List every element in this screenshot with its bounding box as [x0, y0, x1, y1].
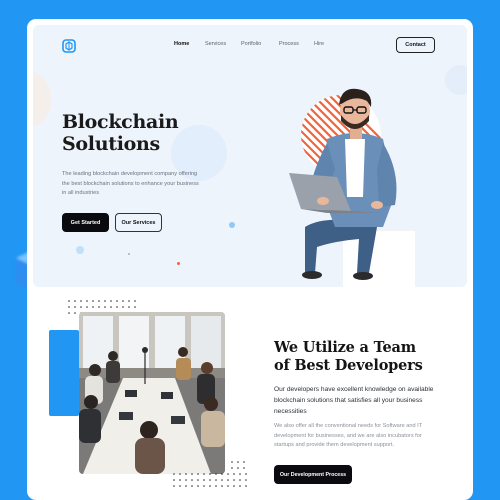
- hero-description: The leading blockchain development compa…: [62, 171, 199, 196]
- development-process-button[interactable]: Our Development Process: [274, 465, 352, 484]
- decor-circle: [229, 222, 235, 228]
- nav-item-portfolio[interactable]: Portfolio: [241, 41, 261, 47]
- landing-page-card: Home Services Portfolio Process Hire Con…: [27, 19, 473, 500]
- section-description-secondary: We also offer all the conventional needs…: [274, 423, 423, 448]
- section-title-line: We Utilize a Team: [274, 339, 416, 356]
- team-meeting-image: [79, 312, 225, 474]
- decor-circle: [128, 253, 130, 255]
- contact-button[interactable]: Contact: [396, 37, 435, 53]
- hero-section: Home Services Portfolio Process Hire Con…: [33, 25, 467, 287]
- blue-accent-block: [49, 330, 79, 416]
- decor-circle: [33, 69, 51, 129]
- section-title-line: of Best Developers: [274, 357, 423, 374]
- section-title: We Utilize a Team of Best Developers: [274, 339, 423, 375]
- get-started-button[interactable]: Get Started: [62, 213, 109, 232]
- nav-item-services[interactable]: Services: [205, 41, 226, 47]
- nav-item-hire[interactable]: Hire: [314, 41, 324, 47]
- nav-item-process[interactable]: Process: [279, 41, 299, 47]
- decor-circle: [177, 262, 180, 265]
- team-section: We Utilize a Team of Best Developers Our…: [27, 287, 473, 500]
- decor-circle: [445, 65, 467, 95]
- hero-person-image: [265, 77, 425, 287]
- nav-item-home[interactable]: Home: [174, 41, 189, 47]
- section-description-primary: Our developers have excellent knowledge …: [274, 386, 434, 415]
- hero-title-line: Blockchain: [62, 111, 179, 133]
- decor-circle: [76, 246, 84, 254]
- hero-title-line: Solutions: [62, 133, 160, 155]
- our-services-button[interactable]: Our Services: [115, 213, 162, 232]
- hero-title: Blockchain Solutions: [62, 111, 179, 155]
- dot-grid-decoration: [172, 460, 248, 488]
